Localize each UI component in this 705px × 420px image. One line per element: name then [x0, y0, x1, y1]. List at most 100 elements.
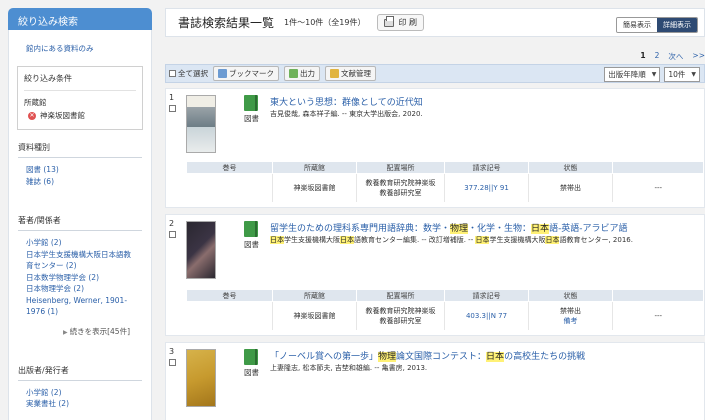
- book-icon: [244, 349, 258, 365]
- col-extra: [612, 161, 704, 174]
- title-highlight: 日本: [531, 224, 550, 234]
- cell-callno[interactable]: 377.28||Y 91: [444, 173, 529, 202]
- page-title: 書誌検索結果一覧: [178, 16, 275, 30]
- in-library-only-link[interactable]: 館内にある資料のみ: [9, 30, 151, 66]
- show-more-link[interactable]: ▶ 続きを表示[45件]: [18, 326, 142, 337]
- bibliography-label: 文献管理: [341, 69, 371, 78]
- page-link-2[interactable]: 2: [655, 51, 660, 62]
- record-checkbox[interactable]: [169, 105, 176, 112]
- output-button[interactable]: 出力: [284, 66, 320, 81]
- filter-value-label: 神楽坂図書館: [40, 111, 85, 120]
- filter-value: ✕ 神楽坂図書館: [24, 110, 136, 121]
- col-extra: [612, 289, 704, 302]
- facet-item[interactable]: 実業書社 (2): [18, 398, 142, 410]
- callno-link[interactable]: 377.28||Y 91: [464, 184, 509, 192]
- detail-view-button[interactable]: 詳細表示: [657, 18, 697, 32]
- facet-item[interactable]: 日本学生支援機構大阪日本語教: [18, 249, 142, 261]
- show-more-label: 続きを表示[45件]: [69, 326, 130, 336]
- facet-item[interactable]: 雑誌 (6): [18, 176, 142, 188]
- print-label: 印 刷: [398, 18, 418, 27]
- record-title-link[interactable]: 東大という思想：群像としての近代知: [270, 95, 423, 108]
- callno-link[interactable]: 403.3||N 77: [466, 312, 507, 320]
- holdings-table: 巻号 所蔵館 配置場所 請求記号 状態 神楽坂図書館 教養教育研究院神楽坂 教養部…: [186, 161, 704, 202]
- printer-icon: [384, 15, 395, 27]
- cell-status: 禁帯出 備考: [528, 301, 613, 330]
- facet-item[interactable]: 育センター (2): [18, 260, 142, 272]
- per-page-select[interactable]: 10件 ▼: [664, 67, 700, 82]
- print-button[interactable]: 印 刷: [377, 14, 425, 31]
- facet-item[interactable]: 1976 (1): [18, 306, 142, 318]
- triangle-right-icon: ▶: [62, 328, 68, 336]
- simple-view-button[interactable]: 簡易表示: [617, 18, 657, 32]
- holdings-table: 巻号 所蔵館 配置場所 請求記号 状態 神楽坂図書館 教養教育研究院神楽坂 教養部…: [186, 289, 704, 330]
- export-icon: [289, 69, 298, 78]
- meta-highlight: 日本: [475, 236, 490, 244]
- results-header: 書誌検索結果一覧 1件～10件（全19件） 印 刷 簡易表示 詳細表示: [165, 8, 705, 37]
- toolbar-selects: 出版年降順 ▼ 10件 ▼: [604, 67, 700, 82]
- meta-highlight: 日本: [545, 236, 560, 244]
- location-line: 教養部研究室: [379, 316, 422, 325]
- cell-volume: [187, 174, 273, 202]
- results-toolbar: 全て選択 ブックマーク 出力 文献管理 出版年降順 ▼ 10件 ▼: [165, 64, 705, 83]
- record-checkbox[interactable]: [169, 359, 176, 366]
- cell-library: 神楽坂図書館: [272, 173, 357, 202]
- cell-extra: ---: [612, 173, 704, 202]
- select-all-label: 全て選択: [178, 69, 208, 78]
- current-page: 1: [640, 51, 646, 60]
- facet-item[interactable]: 小学館 (2): [18, 387, 142, 399]
- narrow-search-header: 絞り込み検索: [8, 8, 152, 30]
- col-library: 所蔵館: [272, 161, 357, 174]
- last-page-link[interactable]: >>: [692, 51, 705, 62]
- sidebar-panel: 館内にある資料のみ 絞り込み条件 所蔵館 ✕ 神楽坂図書館 資料種別 図書 (1…: [8, 30, 152, 420]
- location-line: 教養教育研究院神楽坂: [365, 178, 436, 187]
- status-text: 禁帯出: [560, 306, 581, 315]
- record-number: 1: [169, 93, 175, 102]
- facet-item[interactable]: 小学館 (2): [18, 237, 142, 249]
- col-status: 状態: [528, 161, 613, 174]
- note-link[interactable]: 備考: [564, 317, 578, 325]
- bookmark-button[interactable]: ブックマーク: [213, 66, 279, 81]
- location-line: 教養部研究室: [379, 188, 422, 197]
- book-cover-image[interactable]: [186, 221, 216, 279]
- facet-title: 著者/関係者: [18, 215, 142, 231]
- main-content: 書誌検索結果一覧 1件～10件（全19件） 印 刷 簡易表示 詳細表示 1 2 …: [165, 8, 705, 420]
- location-line: 教養教育研究院神楽坂: [365, 306, 436, 315]
- title-part: 留学生のための理科系専門用語辞典：数学・: [270, 224, 451, 234]
- select-all[interactable]: 全て選択: [169, 68, 208, 79]
- remove-filter-icon[interactable]: ✕: [28, 111, 36, 120]
- col-callno: 請求記号: [444, 289, 529, 302]
- sort-select[interactable]: 出版年降順 ▼: [604, 67, 661, 82]
- facet-material-type: 資料種別 図書 (13) 雑誌 (6): [9, 142, 151, 187]
- record-meta: 吉見俊哉, 森本祥子編. -- 東京大学出版会, 2020.: [270, 110, 423, 118]
- filter-conditions-title: 絞り込み条件: [24, 73, 136, 91]
- holdings-header-row: 巻号 所蔵館 配置場所 請求記号 状態: [186, 289, 704, 302]
- title-highlight: 物理: [450, 224, 469, 234]
- folder-icon: [330, 69, 339, 78]
- result-record: 3 図書 「ノーベル賞への第一歩」物理論文国際コンテスト：日本の高校生たちの挑戦…: [165, 342, 705, 420]
- meta-highlight: 日本: [270, 236, 284, 244]
- chevron-down-icon: ▼: [651, 71, 657, 78]
- record-checkbox[interactable]: [169, 231, 176, 238]
- facet-item[interactable]: 日本数学物理学会 (2): [18, 272, 142, 284]
- facet-item[interactable]: Heisenberg, Werner, 1901-: [18, 295, 142, 307]
- title-part: 「ノーベル賞への第一歩」: [270, 352, 379, 362]
- per-page-value: 10件: [668, 70, 686, 79]
- select-all-checkbox[interactable]: [169, 70, 176, 77]
- record-number: 2: [169, 219, 175, 228]
- bibliography-button[interactable]: 文献管理: [325, 66, 376, 81]
- col-status: 状態: [528, 289, 613, 302]
- book-icon: [244, 221, 258, 237]
- book-icon: [244, 95, 258, 111]
- output-label: 出力: [300, 69, 315, 78]
- meta-part: 語教育センター, 2016.: [559, 236, 633, 244]
- facet-item[interactable]: 日本物理学会 (2): [18, 283, 142, 295]
- col-location: 配置場所: [356, 161, 445, 174]
- record-title-link[interactable]: 留学生のための理科系専門用語辞典：数学・物理・化学・生物：日本語-英語-アラビア…: [270, 221, 628, 234]
- book-cover-image[interactable]: [186, 349, 216, 407]
- facet-item[interactable]: 図書 (13): [18, 164, 142, 176]
- book-cover-image[interactable]: [186, 95, 216, 153]
- record-title-link[interactable]: 「ノーベル賞への第一歩」物理論文国際コンテスト：日本の高校生たちの挑戦: [270, 349, 585, 362]
- record-number: 3: [169, 347, 175, 356]
- cell-callno[interactable]: 403.3||N 77: [444, 301, 529, 330]
- next-page-link[interactable]: 次へ: [668, 51, 683, 62]
